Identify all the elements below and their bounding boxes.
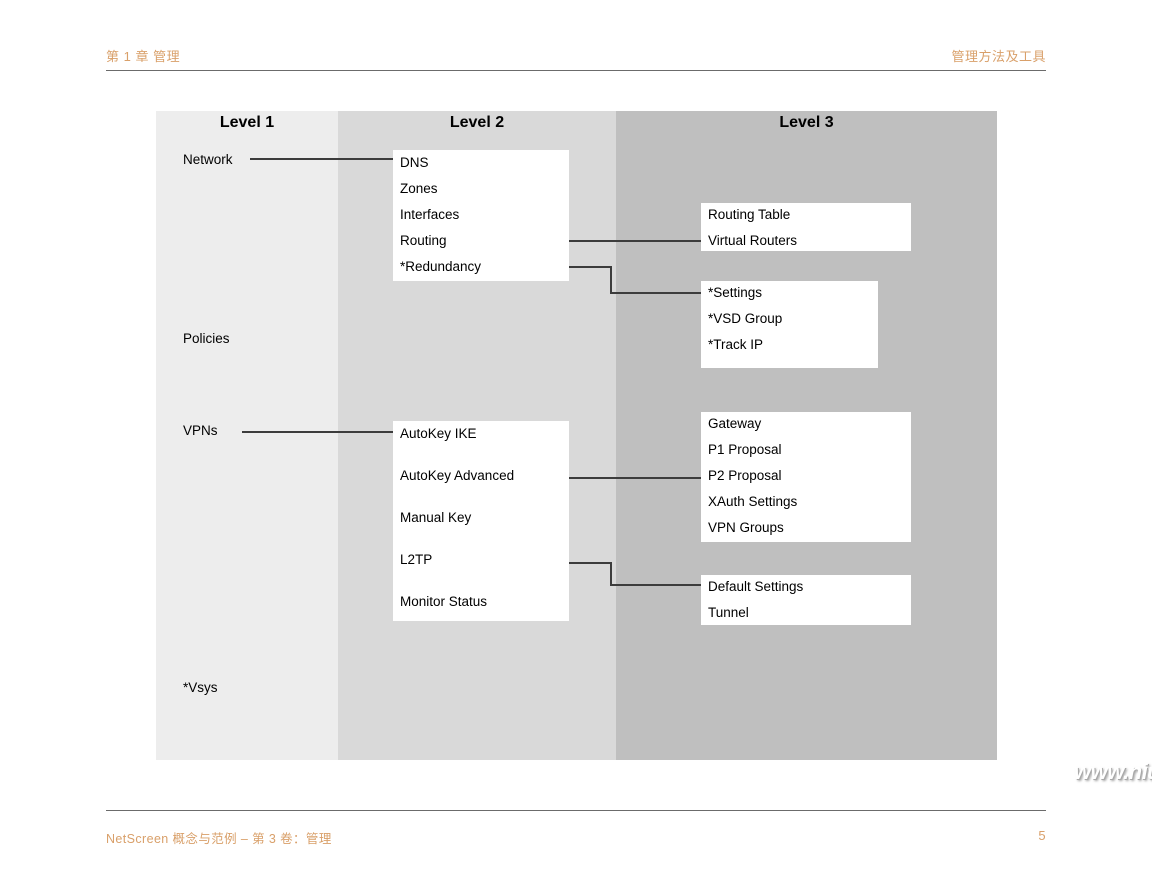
header-divider xyxy=(106,70,1046,71)
menu-item-p1-proposal[interactable]: P1 Proposal xyxy=(708,442,782,457)
level-1-title: Level 1 xyxy=(219,114,275,131)
menu-item-vsd-group[interactable]: *VSD Group xyxy=(708,311,782,326)
menu-item-autokey-ike[interactable]: AutoKey IKE xyxy=(400,426,477,441)
level3-box-redundancy-submenu[interactable]: *Settings *VSD Group *Track IP xyxy=(701,281,878,368)
header-section-title: 管理方法及工具 xyxy=(951,49,1046,64)
menu-item-l2tp[interactable]: L2TP xyxy=(400,552,432,567)
menu-item-zones[interactable]: Zones xyxy=(400,181,438,196)
page-footer: NetScreen 概念与范例 – 第 3 卷：管理 5 xyxy=(106,810,1046,850)
level3-box-routing-submenu[interactable]: Routing Table Virtual Routers xyxy=(701,203,911,251)
menu-item-gateway[interactable]: Gateway xyxy=(708,416,761,431)
connector-l2tp-seg3 xyxy=(610,584,701,586)
menu-item-tunnel[interactable]: Tunnel xyxy=(708,605,749,620)
menu-item-manual-key[interactable]: Manual Key xyxy=(400,510,471,525)
page-header: 第 1 章 管理 管理方法及工具 xyxy=(106,46,1046,74)
menu-item-dns[interactable]: DNS xyxy=(400,155,429,170)
level1-item-vsys: *Vsys xyxy=(183,680,218,695)
menu-item-routing[interactable]: Routing xyxy=(400,233,447,248)
connector-l2tp-seg2 xyxy=(610,562,612,586)
connector-redundancy-seg2 xyxy=(610,266,612,294)
menu-item-routing-table[interactable]: Routing Table xyxy=(708,207,790,222)
footer-divider xyxy=(106,810,1046,811)
level3-box-l2tp-submenu[interactable]: Default Settings Tunnel xyxy=(701,575,911,625)
menu-item-vpn-groups[interactable]: VPN Groups xyxy=(708,520,784,535)
menu-item-track-ip[interactable]: *Track IP xyxy=(708,337,763,352)
menu-item-interfaces[interactable]: Interfaces xyxy=(400,207,459,222)
header-chapter-title: 第 1 章 管理 xyxy=(106,49,181,64)
level1-item-network: Network xyxy=(183,152,233,167)
level2-box-vpns-menu[interactable]: AutoKey IKE AutoKey Advanced Manual Key … xyxy=(393,421,569,621)
level2-box-network-menu[interactable]: DNS Zones Interfaces Routing *Redundancy xyxy=(393,150,569,281)
menu-item-virtual-routers[interactable]: Virtual Routers xyxy=(708,233,797,248)
level3-box-autokey-advanced-submenu[interactable]: Gateway P1 Proposal P2 Proposal XAuth Se… xyxy=(701,412,911,542)
connector-redundancy-seg3 xyxy=(610,292,701,294)
menu-hierarchy-diagram: Level 1 Level 2 Level 3 Network Policies… xyxy=(156,111,1152,784)
level1-item-policies: Policies xyxy=(183,331,230,346)
level-2-title: Level 2 xyxy=(449,114,505,131)
menu-item-default-settings[interactable]: Default Settings xyxy=(708,579,803,594)
level-3-title: Level 3 xyxy=(779,114,834,131)
footer-page-number: 5 xyxy=(1038,828,1046,843)
menu-item-redundancy[interactable]: *Redundancy xyxy=(400,259,481,274)
level1-item-vpns: VPNs xyxy=(183,423,218,438)
menu-item-monitor-status[interactable]: Monitor Status xyxy=(400,594,487,609)
menu-item-autokey-advanced[interactable]: AutoKey Advanced xyxy=(400,468,514,483)
connector-network-to-menu xyxy=(250,158,393,160)
menu-item-xauth-settings[interactable]: XAuth Settings xyxy=(708,494,797,509)
site-watermark: www.niubb.net xyxy=(1074,759,1152,784)
footer-book-title: NetScreen 概念与范例 – 第 3 卷：管理 xyxy=(106,832,332,846)
menu-item-p2-proposal[interactable]: P2 Proposal xyxy=(708,468,782,483)
menu-item-settings[interactable]: *Settings xyxy=(708,285,762,300)
connector-vpns-to-menu xyxy=(242,431,393,433)
